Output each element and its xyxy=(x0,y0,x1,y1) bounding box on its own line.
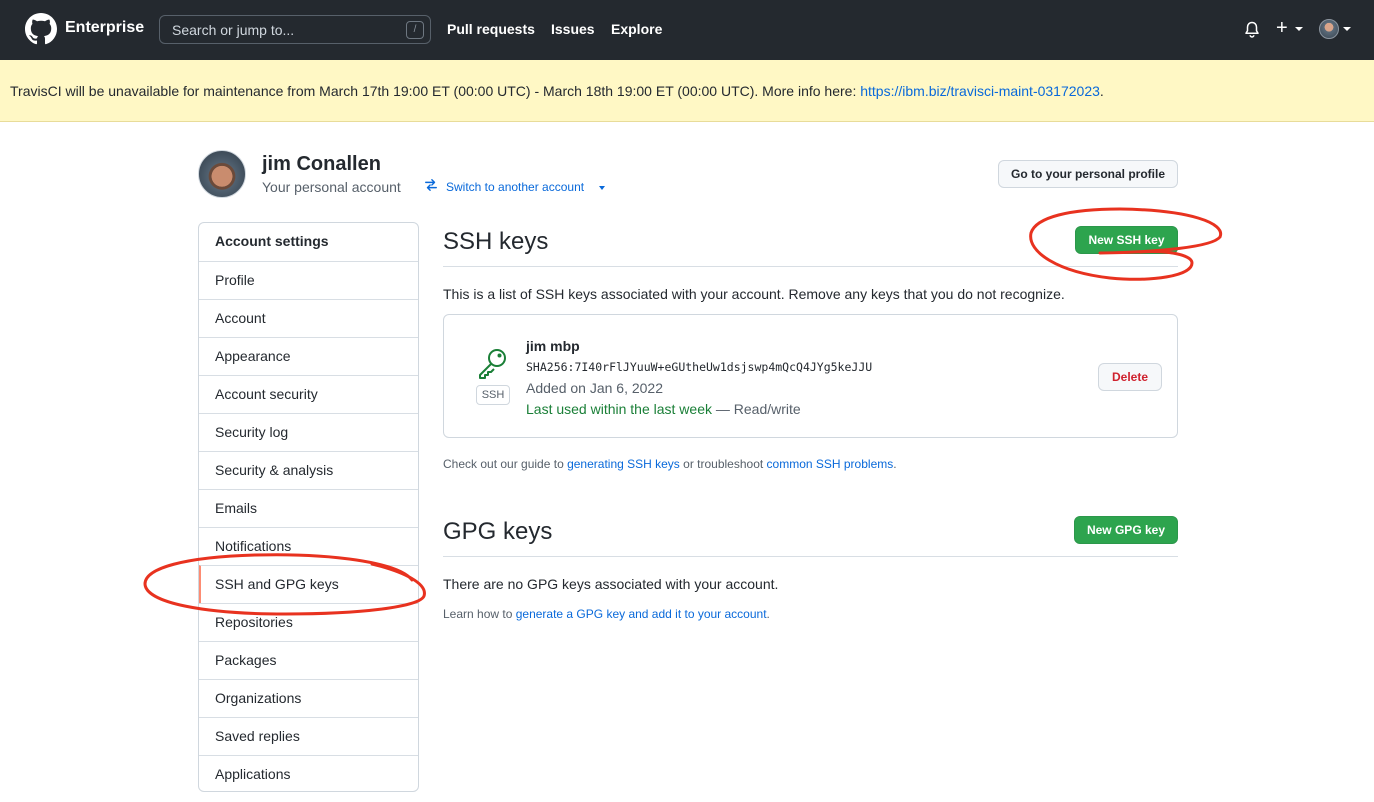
new-gpg-key-button[interactable]: New GPG key xyxy=(1074,516,1178,544)
sidebar-item-account-security[interactable]: Account security xyxy=(199,375,418,413)
ssh-key-access: — Read/write xyxy=(712,401,801,417)
sidebar-item-profile[interactable]: Profile xyxy=(199,261,418,299)
sidebar-item-security-log[interactable]: Security log xyxy=(199,413,418,451)
ssh-keys-title: SSH keys xyxy=(443,228,549,255)
notifications-bell-icon[interactable] xyxy=(1244,21,1260,39)
gpg-learn-suffix: . xyxy=(766,607,770,621)
profile-name: jim Conallen xyxy=(262,153,381,175)
ssh-key-fingerprint: SHA256:7I40rFlJYuuW+eGUtheUw1dsjswp4mQcQ… xyxy=(526,360,873,374)
ssh-key-added-date: Added on Jan 6, 2022 xyxy=(526,380,664,396)
sidebar-item-security-analysis[interactable]: Security & analysis xyxy=(199,451,418,489)
sidebar-item-appearance[interactable]: Appearance xyxy=(199,337,418,375)
create-new-plus-icon[interactable]: + xyxy=(1276,17,1288,39)
generating-ssh-keys-link[interactable]: generating SSH keys xyxy=(567,457,680,471)
ssh-guide-middle: or troubleshoot xyxy=(679,457,767,471)
gpg-divider xyxy=(443,556,1178,557)
gpg-keys-title: GPG keys xyxy=(443,518,553,545)
sidebar-item-packages[interactable]: Packages xyxy=(199,641,418,679)
banner-text: TravisCI will be unavailable for mainten… xyxy=(10,83,861,99)
top-header: Enterprise Search or jump to... / Pull r… xyxy=(0,0,1374,60)
sidebar-item-organizations[interactable]: Organizations xyxy=(199,679,418,717)
ssh-key-usage: Last used within the last week — Read/wr… xyxy=(526,401,801,417)
sidebar-item-repositories[interactable]: Repositories xyxy=(199,603,418,641)
delete-ssh-key-button[interactable]: Delete xyxy=(1098,363,1162,391)
ssh-guide-prefix: Check out our guide to xyxy=(443,457,568,471)
nav-issues[interactable]: Issues xyxy=(551,21,595,37)
nav-explore[interactable]: Explore xyxy=(611,21,662,37)
sidebar-item-notifications[interactable]: Notifications xyxy=(199,527,418,565)
common-ssh-problems-link[interactable]: common SSH problems xyxy=(767,457,894,471)
profile-avatar xyxy=(198,150,246,198)
gpg-empty-text: There are no GPG keys associated with yo… xyxy=(443,576,779,592)
gpg-learn-text: Learn how to generate a GPG key and add … xyxy=(443,607,770,621)
ssh-key-name: jim mbp xyxy=(526,338,580,354)
switch-account-link[interactable]: Switch to another account xyxy=(446,180,584,194)
banner-link[interactable]: https://ibm.biz/travisci-maint-03172023 xyxy=(860,83,1100,99)
sidebar-item-account[interactable]: Account xyxy=(199,299,418,337)
github-logo-icon[interactable] xyxy=(25,13,57,45)
nav-pull-requests[interactable]: Pull requests xyxy=(447,21,535,37)
sidebar-item-ssh-gpg-keys[interactable]: SSH and GPG keys xyxy=(199,565,418,603)
ssh-guide-text: Check out our guide to generating SSH ke… xyxy=(443,457,897,471)
gpg-learn-prefix: Learn how to xyxy=(443,607,516,621)
switch-arrows-icon xyxy=(425,179,437,191)
create-menu-chevron-down-icon[interactable] xyxy=(1295,27,1303,31)
sidebar-item-saved-replies[interactable]: Saved replies xyxy=(199,717,418,755)
profile-subtitle: Your personal account xyxy=(262,179,401,195)
banner-message: TravisCI will be unavailable for mainten… xyxy=(10,83,1104,99)
sidebar-item-emails[interactable]: Emails xyxy=(199,489,418,527)
banner-suffix: . xyxy=(1099,83,1104,99)
settings-sidebar: Account settings Profile Account Appeara… xyxy=(198,222,419,792)
user-menu-chevron-down-icon[interactable] xyxy=(1343,27,1351,31)
ssh-type-badge: SSH xyxy=(476,385,510,405)
generate-gpg-key-link[interactable]: generate a GPG key and add it to your ac… xyxy=(516,607,767,621)
ssh-description: This is a list of SSH keys associated wi… xyxy=(443,286,1065,302)
sidebar-heading: Account settings xyxy=(215,233,329,249)
brand-label[interactable]: Enterprise xyxy=(65,19,144,37)
key-icon xyxy=(479,349,506,379)
search-shortcut-badge: / xyxy=(406,21,424,39)
user-menu-avatar[interactable] xyxy=(1319,19,1339,39)
new-ssh-key-button[interactable]: New SSH key xyxy=(1075,226,1178,254)
ssh-key-card: SSH jim mbp SHA256:7I40rFlJYuuW+eGUtheUw… xyxy=(443,314,1178,438)
switch-account-chevron-down-icon[interactable] xyxy=(599,186,605,190)
ssh-key-last-used: Last used within the last week xyxy=(526,401,712,417)
go-to-personal-profile-button[interactable]: Go to your personal profile xyxy=(998,160,1178,188)
ssh-divider xyxy=(443,266,1178,267)
search-input[interactable]: Search or jump to... / xyxy=(159,15,431,44)
search-placeholder: Search or jump to... xyxy=(172,22,295,38)
sidebar-item-applications[interactable]: Applications xyxy=(199,755,418,791)
ssh-guide-suffix: . xyxy=(893,457,897,471)
maintenance-banner: TravisCI will be unavailable for mainten… xyxy=(0,60,1374,122)
